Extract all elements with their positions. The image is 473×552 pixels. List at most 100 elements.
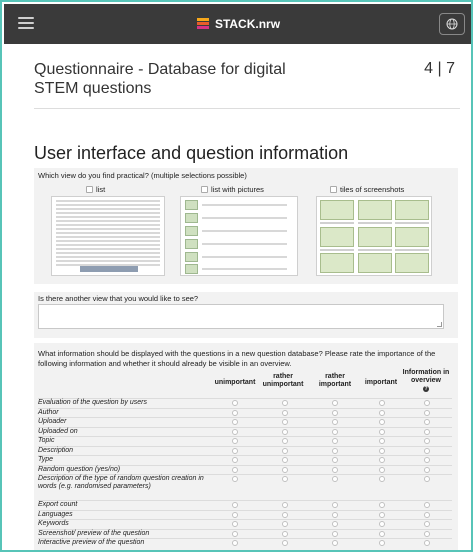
rating-radio[interactable] <box>379 540 385 546</box>
rating-row-label: Interactive preview of the question <box>38 539 145 546</box>
rating-row-label: Export count <box>38 501 78 508</box>
rating-radio[interactable] <box>282 466 288 473</box>
rating-radio[interactable] <box>282 438 288 444</box>
rating-radio[interactable] <box>282 502 288 508</box>
rating-radio[interactable] <box>232 447 238 454</box>
rating-radio[interactable] <box>282 476 288 482</box>
rating-radio[interactable] <box>232 466 238 473</box>
question-view-panel: Which view do you find practical? (multi… <box>34 168 458 284</box>
rating-radio[interactable] <box>424 447 430 454</box>
column-header: unimportant <box>214 379 256 386</box>
rating-radio[interactable] <box>424 409 430 416</box>
rating-radio[interactable] <box>424 457 430 463</box>
rating-radio[interactable] <box>379 511 385 518</box>
rating-radio[interactable] <box>332 419 338 425</box>
rating-radio[interactable] <box>424 521 430 527</box>
rating-radio[interactable] <box>424 540 430 546</box>
rating-radio[interactable] <box>424 400 430 406</box>
rating-radio[interactable] <box>332 438 338 444</box>
rating-radio[interactable] <box>332 409 338 416</box>
rating-radio[interactable] <box>379 466 385 473</box>
column-header: rather important <box>318 373 352 388</box>
rating-radio[interactable] <box>232 428 238 435</box>
checkbox[interactable] <box>201 186 208 193</box>
rating-radio[interactable] <box>379 409 385 416</box>
rating-radio[interactable] <box>379 457 385 463</box>
rating-radio[interactable] <box>232 511 238 518</box>
question-text: What information should be displayed wit… <box>38 349 436 368</box>
rating-radio[interactable] <box>282 521 288 527</box>
rating-radio[interactable] <box>379 521 385 527</box>
rating-radio[interactable] <box>332 476 338 482</box>
rating-radio[interactable] <box>424 438 430 444</box>
checkbox[interactable] <box>86 186 93 193</box>
other-view-textarea[interactable] <box>38 304 444 329</box>
rating-radio[interactable] <box>282 409 288 416</box>
option-tiles-of-screenshots[interactable]: tiles of screenshots <box>330 185 404 194</box>
rating-radio[interactable] <box>424 466 430 473</box>
checkbox[interactable] <box>330 186 337 193</box>
rating-radio[interactable] <box>379 400 385 406</box>
help-icon[interactable]: ? <box>423 386 429 392</box>
stack-logo-icon <box>196 17 209 29</box>
brand: STACK.nrw <box>196 17 280 31</box>
column-header: rather unimportant <box>262 373 304 388</box>
rating-radio[interactable] <box>379 476 385 482</box>
rating-radio[interactable] <box>424 419 430 425</box>
option-list-with-pictures[interactable]: list with pictures <box>201 185 264 194</box>
rating-row-label: Random question (yes/no) <box>38 465 121 473</box>
rating-radio[interactable] <box>424 530 430 537</box>
rating-radio[interactable] <box>232 409 238 416</box>
rating-radio[interactable] <box>379 419 385 425</box>
rating-radio[interactable] <box>232 476 238 482</box>
rating-radio[interactable] <box>379 447 385 454</box>
rating-radio[interactable] <box>379 502 385 508</box>
rating-radio[interactable] <box>232 400 238 406</box>
rating-radio[interactable] <box>232 457 238 463</box>
rating-radio[interactable] <box>232 419 238 425</box>
rating-row-label: Screenshot/ preview of the question <box>38 529 150 537</box>
rating-radio[interactable] <box>282 400 288 406</box>
rating-radio[interactable] <box>282 457 288 463</box>
rating-radio[interactable] <box>424 428 430 435</box>
rating-radio[interactable] <box>332 457 338 463</box>
top-navbar: STACK.nrw <box>4 4 471 44</box>
rating-radio[interactable] <box>332 466 338 473</box>
rating-radio[interactable] <box>379 530 385 537</box>
rating-radio[interactable] <box>282 511 288 518</box>
rating-radio[interactable] <box>232 530 238 537</box>
rating-row-label: Keywords <box>38 520 69 527</box>
rating-radio[interactable] <box>379 438 385 444</box>
rating-radio[interactable] <box>332 428 338 435</box>
survey-title: Questionnaire - Database for digital STE… <box>34 61 286 97</box>
rating-row-label: Evaluation of the question by users <box>38 399 147 406</box>
rating-radio[interactable] <box>282 419 288 425</box>
rating-radio[interactable] <box>332 521 338 527</box>
list-view-preview-image <box>51 196 165 276</box>
rating-radio[interactable] <box>332 540 338 546</box>
rating-radio[interactable] <box>332 502 338 508</box>
rating-radio[interactable] <box>282 428 288 435</box>
information-rating-panel: What information should be displayed wit… <box>34 343 458 550</box>
rating-radio[interactable] <box>282 447 288 454</box>
language-button[interactable] <box>439 13 465 35</box>
rating-radio[interactable] <box>232 438 238 444</box>
menu-icon[interactable] <box>18 17 34 31</box>
rating-radio[interactable] <box>424 502 430 508</box>
rating-radio[interactable] <box>332 400 338 406</box>
rating-radio[interactable] <box>332 511 338 518</box>
resize-handle[interactable] <box>437 322 442 327</box>
rating-radio[interactable] <box>424 511 430 518</box>
rating-radio[interactable] <box>232 540 238 546</box>
rating-radio[interactable] <box>282 540 288 546</box>
rating-radio[interactable] <box>282 530 288 537</box>
rating-radio[interactable] <box>232 502 238 508</box>
option-list[interactable]: list <box>86 185 105 194</box>
rating-row-label: Type <box>38 456 54 463</box>
rating-radio[interactable] <box>332 530 338 537</box>
rating-radio[interactable] <box>332 447 338 454</box>
rating-radio[interactable] <box>424 476 430 482</box>
rating-radio[interactable] <box>232 521 238 527</box>
rating-radio[interactable] <box>379 428 385 435</box>
rating-row-label: Description <box>38 446 74 454</box>
